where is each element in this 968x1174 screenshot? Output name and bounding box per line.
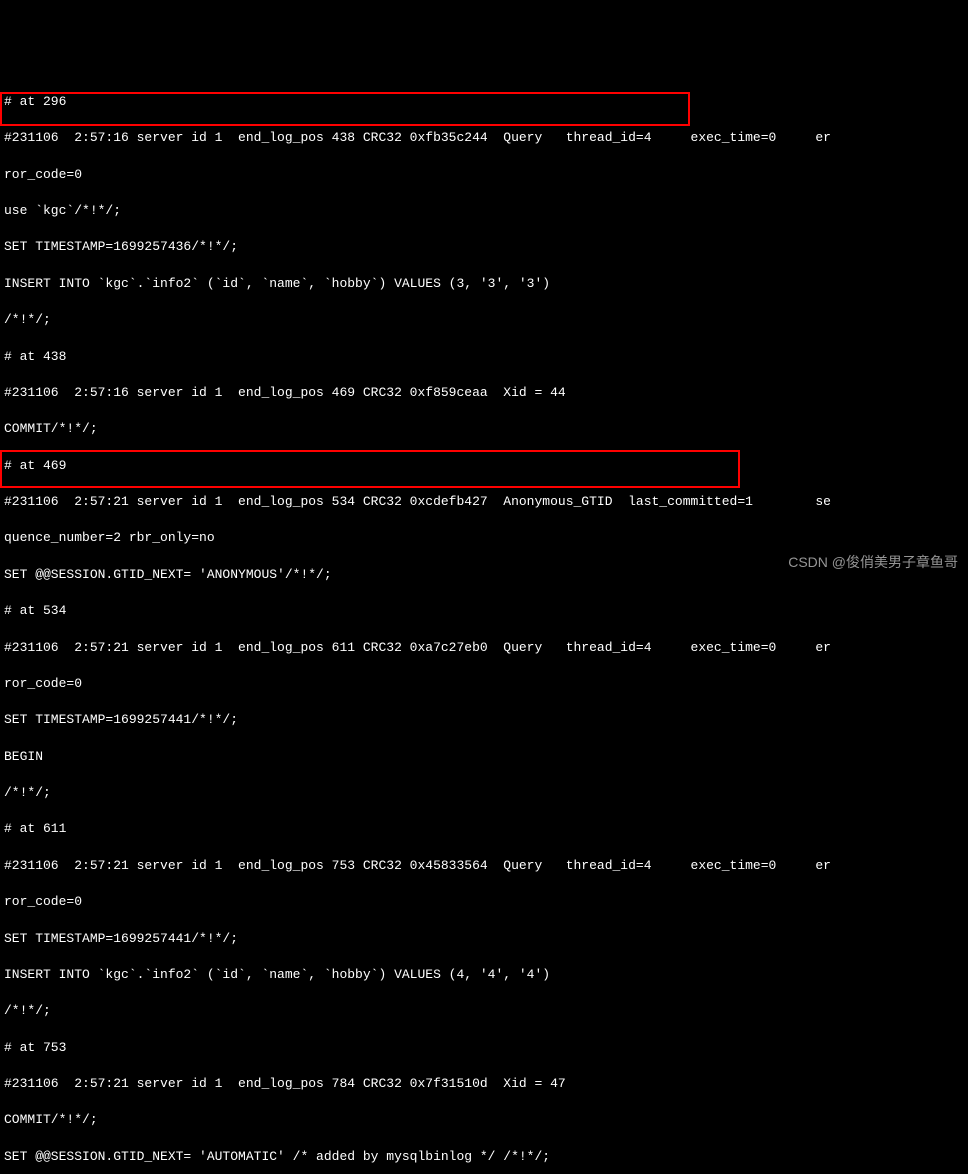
log-line: COMMIT/*!*/;: [4, 1111, 964, 1129]
log-line: #231106 2:57:21 server id 1 end_log_pos …: [4, 857, 964, 875]
log-line: #231106 2:57:21 server id 1 end_log_pos …: [4, 639, 964, 657]
log-line: #231106 2:57:21 server id 1 end_log_pos …: [4, 1075, 964, 1093]
log-line: ror_code=0: [4, 166, 964, 184]
watermark-text: CSDN @俊俏美男子章鱼哥: [788, 553, 958, 573]
log-line: /*!*/;: [4, 1002, 964, 1020]
log-line: SET TIMESTAMP=1699257441/*!*/;: [4, 711, 964, 729]
log-line: #231106 2:57:16 server id 1 end_log_pos …: [4, 384, 964, 402]
log-line: # at 611: [4, 820, 964, 838]
log-line: # at 469: [4, 457, 964, 475]
log-line: /*!*/;: [4, 311, 964, 329]
log-line: #231106 2:57:21 server id 1 end_log_pos …: [4, 493, 964, 511]
log-line: /*!*/;: [4, 784, 964, 802]
log-line: SET @@SESSION.GTID_NEXT= 'AUTOMATIC' /* …: [4, 1148, 964, 1166]
log-line: # at 753: [4, 1039, 964, 1057]
sql-insert-line: INSERT INTO `kgc`.`info2` (`id`, `name`,…: [4, 966, 964, 984]
log-line: SET TIMESTAMP=1699257436/*!*/;: [4, 238, 964, 256]
sql-insert-line: INSERT INTO `kgc`.`info2` (`id`, `name`,…: [4, 275, 964, 293]
log-line: BEGIN: [4, 748, 964, 766]
log-line: use `kgc`/*!*/;: [4, 202, 964, 220]
log-line: ror_code=0: [4, 893, 964, 911]
log-line: SET TIMESTAMP=1699257441/*!*/;: [4, 930, 964, 948]
log-line: COMMIT/*!*/;: [4, 420, 964, 438]
log-line: # at 534: [4, 602, 964, 620]
log-line: quence_number=2 rbr_only=no: [4, 529, 964, 547]
log-line: #231106 2:57:16 server id 1 end_log_pos …: [4, 129, 964, 147]
log-line: # at 438: [4, 348, 964, 366]
log-line: # at 296: [4, 93, 964, 111]
terminal-output: # at 296 #231106 2:57:16 server id 1 end…: [4, 75, 964, 1174]
log-line: ror_code=0: [4, 675, 964, 693]
